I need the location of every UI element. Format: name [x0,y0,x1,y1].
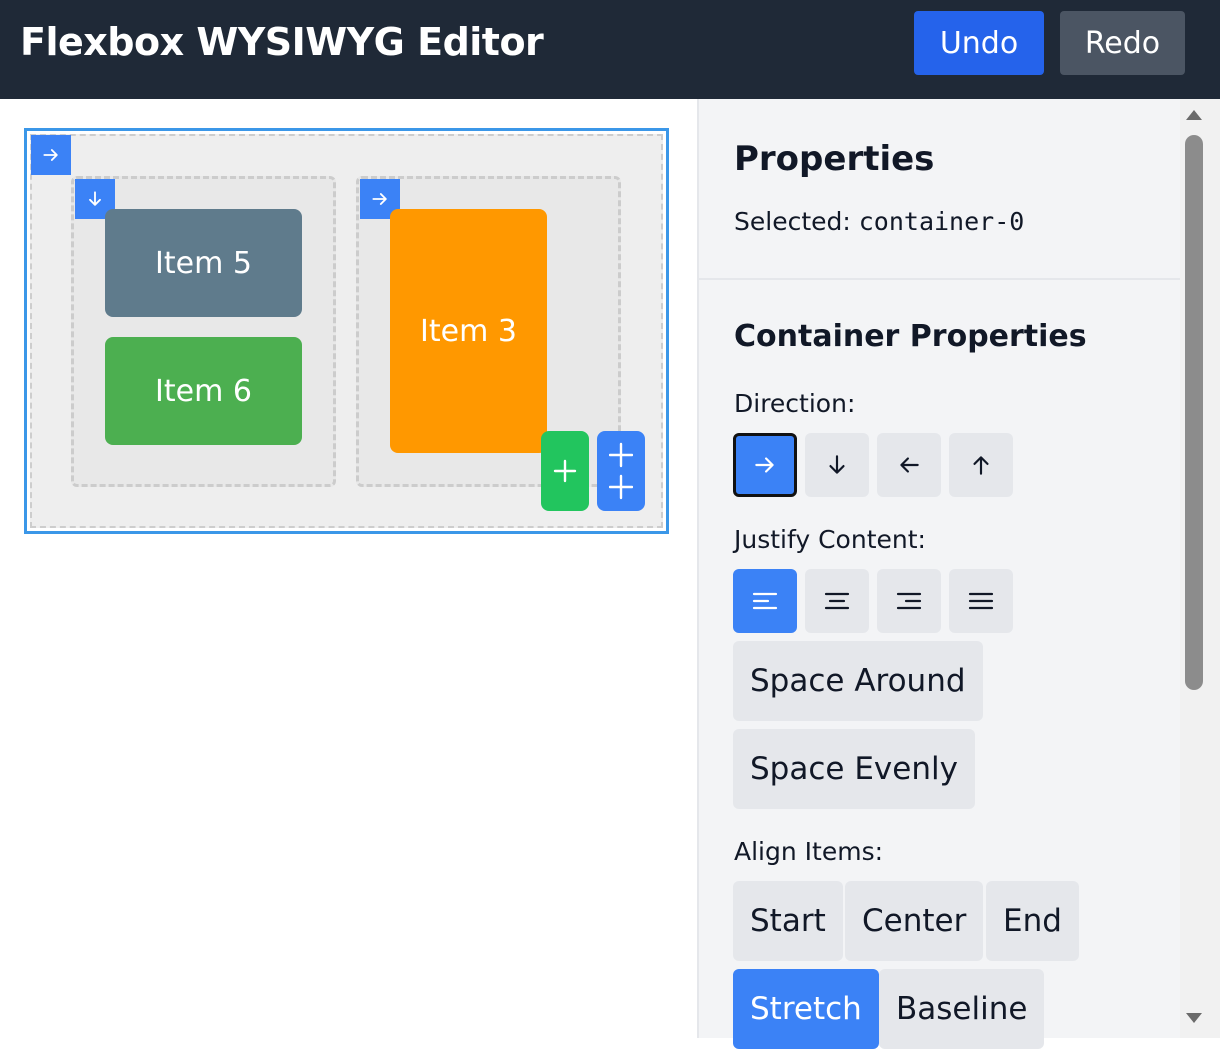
justify-end-button[interactable] [877,569,941,633]
scrollbar-thumb[interactable] [1185,135,1203,690]
justify-content-label: Justify Content: [734,525,926,554]
properties-panel: Properties Selected: container-0 Contain… [697,99,1220,1049]
justify-space-between-button[interactable] [949,569,1013,633]
justify-start-button[interactable] [733,569,797,633]
selected-info: Selected: container-0 [734,207,1024,236]
add-sibling-button[interactable] [597,431,645,511]
app-title: Flexbox WYSIWYG Editor [20,20,544,64]
scroll-down-icon[interactable] [1186,1013,1202,1023]
arrow-right-icon [755,457,774,473]
justify-space-around-button[interactable]: Space Around [733,641,983,721]
selected-id: container-0 [858,207,1025,236]
redo-button[interactable]: Redo [1060,11,1185,75]
plus-icon [553,459,577,483]
panel-title: Properties [734,139,935,179]
space-between-icon [968,592,994,610]
align-center-button[interactable]: Center [845,881,984,961]
arrow-down-icon [829,455,845,474]
flex-item-3[interactable]: Item 3 [390,209,547,453]
scroll-up-icon[interactable] [1186,110,1202,120]
direction-label: Direction: [734,389,856,418]
direction-row-button[interactable] [733,433,797,497]
align-center-icon [824,592,850,610]
divider [699,278,1181,280]
selected-label: Selected: [734,207,851,236]
align-baseline-button[interactable]: Baseline [879,969,1045,1049]
direction-row-reverse-button[interactable] [877,433,941,497]
app-header: Flexbox WYSIWYG Editor Undo Redo [0,0,1220,99]
align-right-icon [896,592,922,610]
arrow-right-icon[interactable] [31,135,71,175]
arrow-up-icon [973,456,989,475]
flex-item-6[interactable]: Item 6 [105,337,302,445]
direction-column-reverse-button[interactable] [949,433,1013,497]
align-stretch-button[interactable]: Stretch [733,969,879,1049]
align-items-label: Align Items: [734,837,884,866]
flex-item-5[interactable]: Item 5 [105,209,302,317]
justify-space-evenly-button[interactable]: Space Evenly [733,729,975,809]
double-plus-icon [609,442,633,500]
align-left-icon [752,592,778,610]
align-start-button[interactable]: Start [733,881,843,961]
add-child-button[interactable] [541,431,589,511]
arrow-left-icon [900,457,919,473]
justify-center-button[interactable] [805,569,869,633]
section-title: Container Properties [734,319,1087,354]
align-end-button[interactable]: End [986,881,1079,961]
undo-button[interactable]: Undo [914,11,1044,75]
direction-column-button[interactable] [805,433,869,497]
